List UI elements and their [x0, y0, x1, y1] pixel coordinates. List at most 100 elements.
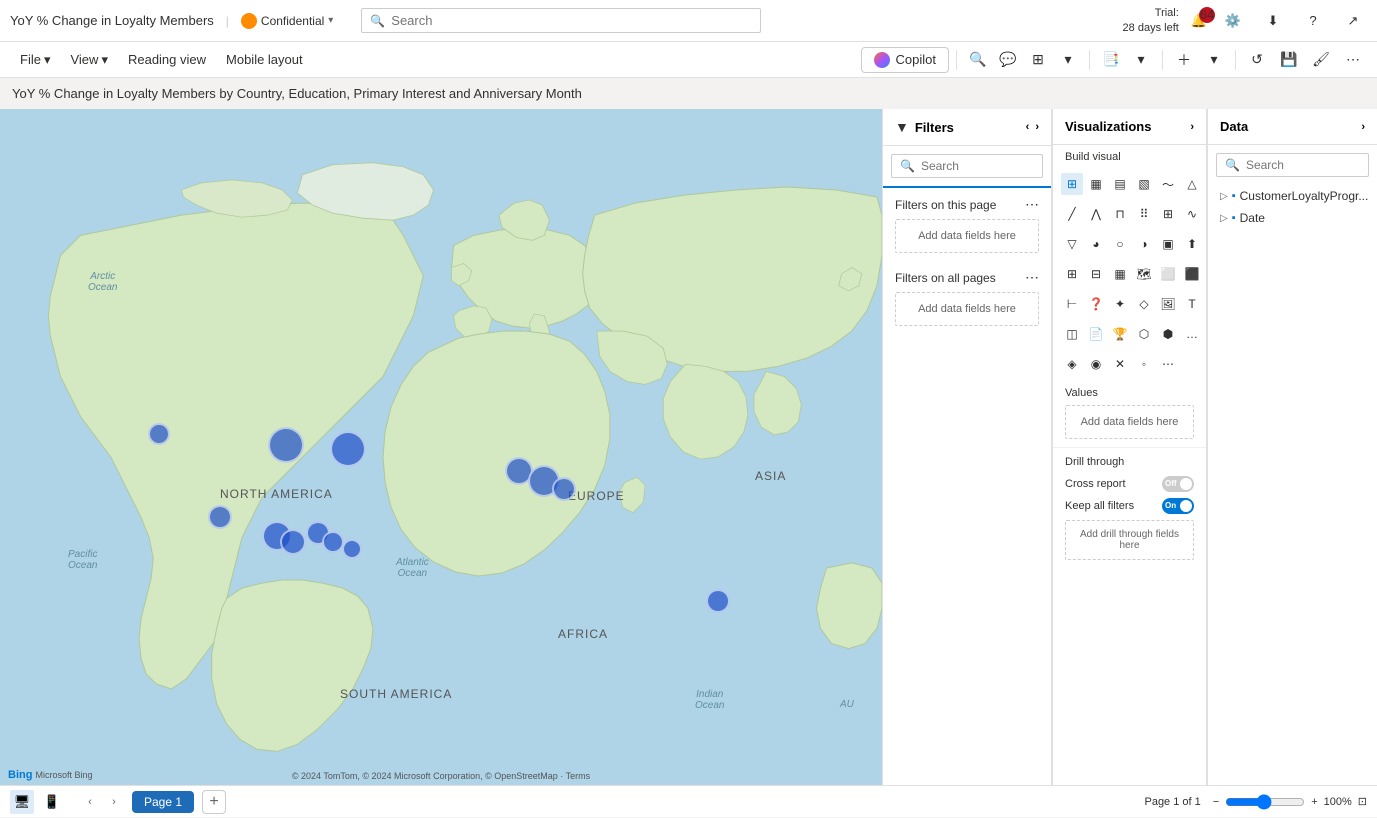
- page-1-tab[interactable]: Page 1: [132, 791, 194, 813]
- prev-page-btn[interactable]: ‹: [80, 792, 100, 812]
- data-search-box[interactable]: 🔍: [1216, 153, 1369, 177]
- filters-add-fields-1[interactable]: Add data fields here: [895, 219, 1039, 253]
- viz-stacked-bar-btn[interactable]: ▤: [1109, 173, 1131, 195]
- viz-expand-icon[interactable]: ›: [1190, 121, 1194, 133]
- data-expand-icon[interactable]: ›: [1361, 121, 1365, 133]
- toggle-on-icon[interactable]: On: [1162, 498, 1194, 514]
- viz-eraser-btn[interactable]: ✕: [1109, 353, 1131, 375]
- search-toolbar-btn[interactable]: 🔍: [964, 46, 992, 74]
- bubble-1[interactable]: [148, 423, 170, 445]
- viz-filled-map-btn[interactable]: ⬜: [1157, 263, 1179, 285]
- viz-table-btn[interactable]: ⊟: [1085, 263, 1107, 285]
- settings-button[interactable]: ⚙️: [1219, 7, 1247, 35]
- bubble-6[interactable]: [552, 477, 576, 501]
- search-input[interactable]: [391, 13, 752, 28]
- viz-ribbon-btn[interactable]: ⊓: [1109, 203, 1131, 225]
- refresh-btn[interactable]: ↺: [1243, 46, 1271, 74]
- bubble-9[interactable]: [280, 529, 306, 555]
- viz-treemap-btn[interactable]: ▦: [1109, 263, 1131, 285]
- viz-paginated-btn[interactable]: 📄: [1085, 323, 1107, 345]
- filters-search-input[interactable]: [921, 159, 1034, 173]
- chevron-down-icon[interactable]: ▾: [328, 15, 333, 26]
- viz-smart-btn[interactable]: ✦: [1109, 293, 1131, 315]
- viz-100pct-bar-btn[interactable]: ▧: [1133, 173, 1155, 195]
- map-area[interactable]: NORTH AMERICA SOUTH AMERICA EUROPE AFRIC…: [0, 109, 882, 785]
- comment-btn[interactable]: 💬: [994, 46, 1022, 74]
- zoom-slider[interactable]: [1225, 794, 1305, 810]
- next-page-btn[interactable]: ›: [104, 792, 124, 812]
- menu-reading-view[interactable]: Reading view: [118, 48, 216, 71]
- viz-scatter-btn[interactable]: ⠿: [1133, 203, 1155, 225]
- viz-line-btn[interactable]: 〜: [1157, 173, 1179, 195]
- viz-gauge-btn[interactable]: ◑: [1133, 233, 1155, 255]
- download-button[interactable]: ⬇: [1259, 7, 1287, 35]
- filters-add-fields-2[interactable]: Add data fields here: [895, 292, 1039, 326]
- viz-extra1-btn[interactable]: ◈: [1061, 353, 1083, 375]
- chevron-toolbar[interactable]: ▾: [1054, 46, 1082, 74]
- menu-file[interactable]: File ▾: [10, 48, 60, 72]
- zoom-out-btn[interactable]: −: [1213, 796, 1219, 808]
- viz-extra5-btn[interactable]: ⋯: [1157, 353, 1179, 375]
- desktop-view-btn[interactable]: 🖥: [10, 790, 34, 814]
- viz-shape-btn[interactable]: ◇: [1133, 293, 1155, 315]
- viz-area-btn[interactable]: △: [1181, 173, 1203, 195]
- viz-waterfall-btn[interactable]: ∿: [1181, 203, 1203, 225]
- viz-kpi-btn[interactable]: ⬆: [1181, 233, 1203, 255]
- viz-custom3-btn[interactable]: ⬢: [1157, 323, 1179, 345]
- viz-matrix-btn[interactable]: ⊞: [1061, 263, 1083, 285]
- viz-slicer-btn[interactable]: ◫: [1061, 323, 1083, 345]
- viz-text-btn[interactable]: T: [1181, 293, 1203, 315]
- drill-add-fields[interactable]: Add drill through fields here: [1065, 520, 1194, 560]
- viz-qa-btn[interactable]: ❓: [1085, 293, 1107, 315]
- data-search-input[interactable]: [1246, 158, 1360, 172]
- viz-mountain-btn[interactable]: ⋀: [1085, 203, 1107, 225]
- viz-decomp-btn[interactable]: ⊢: [1061, 293, 1083, 315]
- expand-icon-0[interactable]: ▷: [1220, 191, 1228, 202]
- chevron-3[interactable]: ▾: [1200, 46, 1228, 74]
- toggle-off-icon[interactable]: Off: [1162, 476, 1194, 492]
- data-tree-item-0[interactable]: ▷ ▪ CustomerLoyaltyProgr...: [1216, 185, 1369, 207]
- format-btn[interactable]: 🖌: [1307, 46, 1335, 74]
- filters-search-box[interactable]: 🔍: [891, 154, 1043, 178]
- viz-more-btn[interactable]: …: [1181, 323, 1203, 345]
- help-button[interactable]: ?: [1299, 7, 1327, 35]
- viz-custom1-btn[interactable]: 🏆: [1109, 323, 1131, 345]
- notifications-button[interactable]: 🔔 64: [1191, 13, 1207, 29]
- bubble-11[interactable]: [322, 531, 344, 553]
- bookmark-btn[interactable]: 📑: [1097, 46, 1125, 74]
- bubble-13[interactable]: [706, 589, 730, 613]
- viz-card-btn[interactable]: ▣: [1157, 233, 1179, 255]
- filters-back-icon[interactable]: ‹: [1026, 121, 1030, 133]
- text-box-btn[interactable]: ⊞: [1024, 46, 1052, 74]
- viz-map2-btn[interactable]: 🗺: [1133, 263, 1155, 285]
- insert-btn[interactable]: ＋: [1170, 46, 1198, 74]
- save-btn[interactable]: 💾: [1275, 46, 1303, 74]
- viz-donut-btn[interactable]: ○: [1109, 233, 1131, 255]
- viz-funnel-btn[interactable]: ▽: [1061, 233, 1083, 255]
- bubble-7[interactable]: [208, 505, 232, 529]
- viz-custom2-btn[interactable]: ⬡: [1133, 323, 1155, 345]
- viz-combo-btn[interactable]: ⊞: [1157, 203, 1179, 225]
- bubble-2[interactable]: [268, 427, 304, 463]
- cross-report-toggle[interactable]: Off: [1162, 476, 1194, 492]
- menu-view[interactable]: View ▾: [60, 48, 117, 72]
- keep-filters-toggle[interactable]: On: [1162, 498, 1194, 514]
- viz-pie-btn[interactable]: ◕: [1085, 233, 1107, 255]
- viz-extra2-btn[interactable]: ◉: [1085, 353, 1107, 375]
- more-btn[interactable]: ⋯: [1339, 46, 1367, 74]
- viz-add-values[interactable]: Add data fields here: [1065, 405, 1194, 439]
- mobile-view-btn[interactable]: 📱: [40, 790, 64, 814]
- share-button[interactable]: ↗: [1339, 7, 1367, 35]
- fit-page-btn[interactable]: ⊡: [1358, 795, 1367, 808]
- bubble-3[interactable]: [330, 431, 366, 467]
- data-tree-item-1[interactable]: ▷ ▪ Date: [1216, 207, 1369, 229]
- viz-extra4-btn[interactable]: ◦: [1133, 353, 1155, 375]
- search-box[interactable]: 🔍: [361, 8, 761, 33]
- filters-forward-icon[interactable]: ›: [1035, 121, 1039, 133]
- menu-mobile-layout[interactable]: Mobile layout: [216, 48, 313, 71]
- viz-map-btn[interactable]: ⊞: [1061, 173, 1083, 195]
- zoom-in-btn[interactable]: +: [1311, 796, 1317, 808]
- copilot-button[interactable]: Copilot: [861, 47, 949, 73]
- expand-icon-1[interactable]: ▷: [1220, 213, 1228, 224]
- add-page-btn[interactable]: +: [202, 790, 226, 814]
